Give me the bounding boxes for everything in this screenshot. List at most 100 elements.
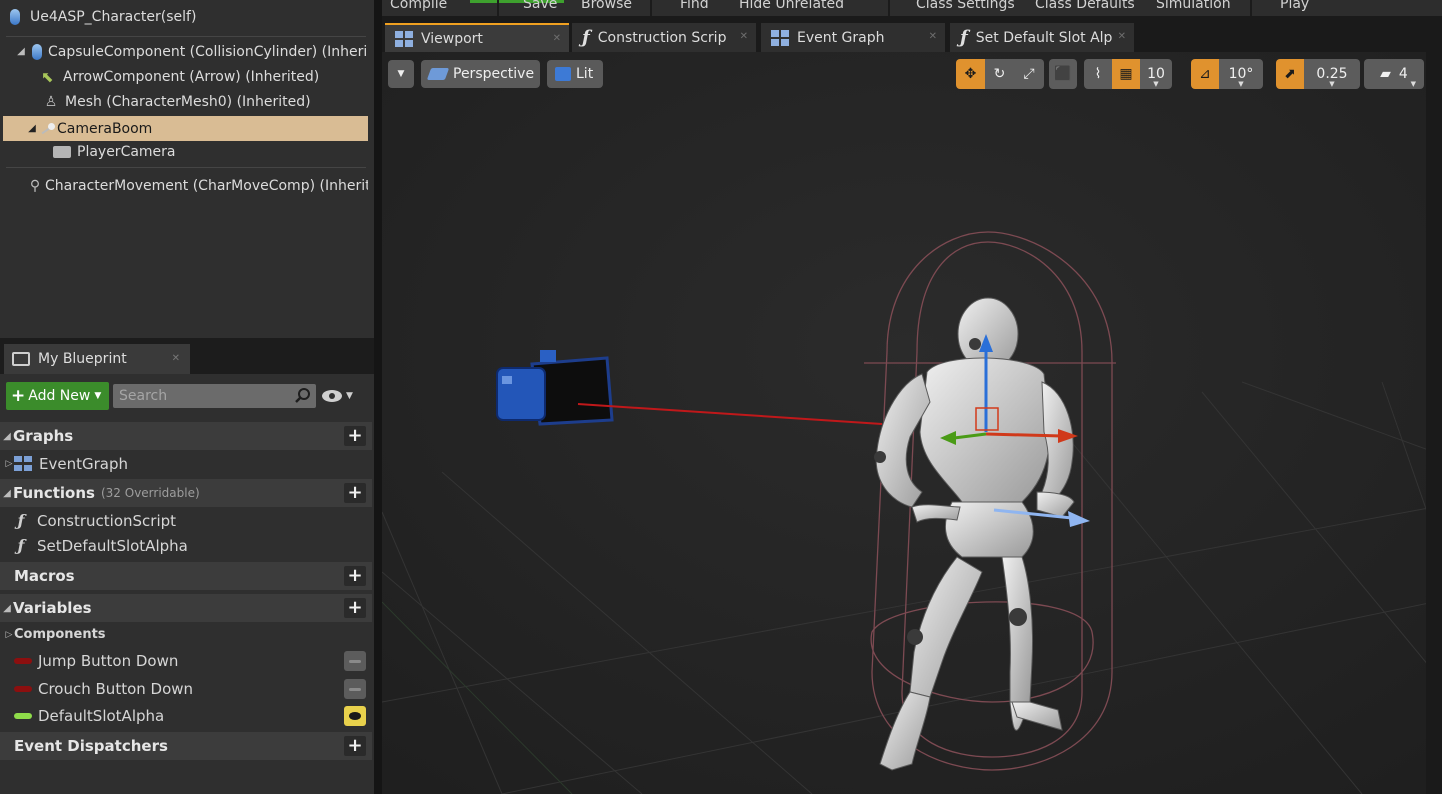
movement-component-icon: ⚲ bbox=[29, 177, 41, 194]
add-function-button[interactable]: + bbox=[344, 483, 366, 503]
add-variable-button[interactable]: + bbox=[344, 598, 366, 618]
component-label: Mesh (CharacterMesh0) (Inherited) bbox=[65, 93, 311, 110]
find-button[interactable]: Find bbox=[680, 0, 709, 12]
function-item-constructionscript[interactable]: ƒ ConstructionScript bbox=[0, 508, 372, 533]
visibility-open-eye-icon[interactable] bbox=[344, 705, 366, 726]
close-tab-icon[interactable]: ✕ bbox=[172, 353, 180, 364]
scale-snap-icon: ⬈ bbox=[1284, 66, 1296, 82]
lit-button[interactable]: Lit bbox=[547, 60, 603, 88]
view-options-button[interactable]: ▼ bbox=[322, 386, 362, 406]
expand-triangle-icon[interactable]: ◢ bbox=[27, 123, 37, 134]
viewport-options-button[interactable]: ▼ bbox=[388, 60, 414, 88]
component-capsule[interactable]: ◢ CapsuleComponent (CollisionCylinder) (… bbox=[3, 39, 368, 64]
my-blueprint-tabbar: My Blueprint ✕ bbox=[0, 338, 374, 374]
component-camera-boom[interactable]: ◢ CameraBoom bbox=[3, 116, 368, 141]
close-tab-icon[interactable]: ✕ bbox=[740, 31, 748, 42]
variable-category-components[interactable]: ▷ Components bbox=[0, 622, 372, 647]
browse-button[interactable]: Browse bbox=[581, 0, 632, 12]
simulation-button[interactable]: Simulation bbox=[1156, 0, 1231, 12]
section-functions[interactable]: ◢ Functions (32 Overridable) + bbox=[0, 479, 372, 507]
close-tab-icon[interactable]: ✕ bbox=[1118, 31, 1126, 42]
tab-viewport[interactable]: Viewport ✕ bbox=[385, 23, 569, 52]
tab-set-default-slot-alpha[interactable]: ƒ Set Default Slot Alp ✕ bbox=[950, 23, 1134, 52]
divider bbox=[497, 0, 499, 16]
close-tab-icon[interactable]: ✕ bbox=[553, 33, 561, 44]
divider bbox=[6, 36, 366, 37]
search-box bbox=[113, 384, 316, 408]
search-input[interactable] bbox=[113, 388, 285, 404]
rotation-snap-value[interactable]: 10° ▼ bbox=[1219, 59, 1263, 89]
function-item-setdefaultslotalpha[interactable]: ƒ SetDefaultSlotAlpha bbox=[0, 533, 372, 558]
panel-splitter[interactable] bbox=[374, 0, 382, 794]
component-arrow[interactable]: ⬉ ArrowComponent (Arrow) (Inherited) bbox=[3, 64, 368, 89]
component-label: CapsuleComponent (CollisionCylinder) (In… bbox=[48, 43, 368, 60]
translate-mode-button[interactable]: ✥ bbox=[956, 59, 985, 89]
perspective-button[interactable]: Perspective bbox=[421, 60, 540, 88]
scale-mode-button[interactable]: ⤢ bbox=[1014, 59, 1044, 89]
event-graph-icon bbox=[14, 456, 36, 472]
tab-construction-script[interactable]: ƒ Construction Scrip ✕ bbox=[572, 23, 756, 52]
scene-render bbox=[382, 52, 1434, 794]
expand-triangle-icon[interactable]: ◢ bbox=[16, 46, 26, 57]
camera-speed-button[interactable]: ▰ 4 ▼ bbox=[1364, 59, 1424, 89]
section-macros[interactable]: Macros + bbox=[0, 562, 372, 590]
component-mesh[interactable]: ♙ Mesh (CharacterMesh0) (Inherited) bbox=[3, 89, 368, 114]
variable-label: Crouch Button Down bbox=[38, 679, 194, 698]
lit-label: Lit bbox=[576, 66, 594, 82]
perspective-icon bbox=[426, 68, 450, 80]
section-graphs[interactable]: ◢ Graphs + bbox=[0, 422, 372, 450]
function-icon: ƒ bbox=[582, 27, 590, 48]
component-root-self[interactable]: Ue4ASP_Character(self) bbox=[0, 0, 372, 34]
add-graph-button[interactable]: + bbox=[344, 426, 366, 446]
graph-item-eventgraph[interactable]: ▷ EventGraph bbox=[0, 451, 372, 476]
component-character-movement[interactable]: ⚲ CharacterMovement (CharMoveComp) (Inhe… bbox=[3, 173, 368, 198]
surface-snap-button[interactable]: ⌇ bbox=[1084, 59, 1112, 89]
rotation-snap-toggle[interactable]: ⊿ bbox=[1191, 59, 1219, 89]
compile-button[interactable]: Compile bbox=[390, 0, 447, 12]
chevron-down-icon: ▼ bbox=[1238, 80, 1244, 88]
add-macro-button[interactable]: + bbox=[344, 566, 366, 586]
search-icon[interactable] bbox=[294, 387, 312, 405]
variable-item-defaultslotalpha[interactable]: DefaultSlotAlpha bbox=[0, 703, 372, 728]
plus-icon: + bbox=[11, 386, 26, 406]
save-button[interactable]: Save bbox=[523, 0, 557, 12]
divider bbox=[6, 167, 366, 168]
component-player-camera[interactable]: PlayerCamera bbox=[3, 139, 368, 164]
class-defaults-button[interactable]: Class Defaults bbox=[1035, 0, 1135, 12]
scale-snap-toggle[interactable]: ⬈ bbox=[1276, 59, 1304, 89]
transform-mode-group: ✥ ↻ ⤢ bbox=[956, 59, 1044, 89]
camera-speed-label: 4 bbox=[1398, 66, 1408, 82]
rotate-icon: ↻ bbox=[993, 66, 1006, 82]
section-variables[interactable]: ◢ Variables + bbox=[0, 594, 372, 622]
variable-item-jump-button-down[interactable]: Jump Button Down bbox=[0, 648, 372, 673]
hide-unrelated-button[interactable]: Hide Unrelated bbox=[739, 0, 844, 12]
chevron-down-icon: ▼ bbox=[346, 391, 353, 401]
grid-snap-toggle[interactable]: ▦ bbox=[1112, 59, 1140, 89]
scale-snap-value[interactable]: 0.25 ▼ bbox=[1304, 59, 1360, 89]
class-settings-button[interactable]: Class Settings bbox=[916, 0, 1015, 12]
function-item-label: SetDefaultSlotAlpha bbox=[37, 536, 188, 555]
rotate-mode-button[interactable]: ↻ bbox=[985, 59, 1014, 89]
variable-item-crouch-button-down[interactable]: Crouch Button Down bbox=[0, 676, 372, 701]
expand-triangle-icon: ▷ bbox=[5, 629, 13, 640]
viewport[interactable]: ▼ Perspective Lit ✥ ↻ ⤢ ⬛ ⌇ ▦ 10 ▼ ⊿ 10°… bbox=[382, 52, 1434, 794]
coordinate-space-button[interactable]: ⬛ bbox=[1049, 59, 1077, 89]
section-event-dispatchers[interactable]: Event Dispatchers + bbox=[0, 732, 372, 760]
components-panel: Ue4ASP_Character(self) ◢ CapsuleComponen… bbox=[0, 0, 374, 338]
camera-speed-icon: ▰ bbox=[1380, 66, 1391, 82]
tab-my-blueprint[interactable]: My Blueprint ✕ bbox=[4, 344, 190, 374]
add-event-dispatcher-button[interactable]: + bbox=[344, 736, 366, 756]
add-new-label: Add New bbox=[28, 388, 91, 404]
add-new-button[interactable]: + Add New ▼ bbox=[6, 382, 109, 410]
component-root-label: Ue4ASP_Character(self) bbox=[30, 9, 197, 25]
grid-snap-value[interactable]: 10 ▼ bbox=[1140, 59, 1172, 89]
grid-icon: ▦ bbox=[1119, 66, 1133, 82]
tab-event-graph[interactable]: Event Graph ✕ bbox=[761, 23, 945, 52]
close-tab-icon[interactable]: ✕ bbox=[929, 31, 937, 42]
play-button[interactable]: Play bbox=[1280, 0, 1309, 12]
visibility-closed-eye-icon[interactable] bbox=[344, 650, 366, 671]
rotation-snap-group: ⊿ 10° ▼ bbox=[1191, 59, 1263, 89]
visibility-closed-eye-icon[interactable] bbox=[344, 678, 366, 699]
lit-cube-icon bbox=[555, 67, 571, 81]
camera-speed-group: ▰ 4 ▼ bbox=[1364, 59, 1424, 89]
